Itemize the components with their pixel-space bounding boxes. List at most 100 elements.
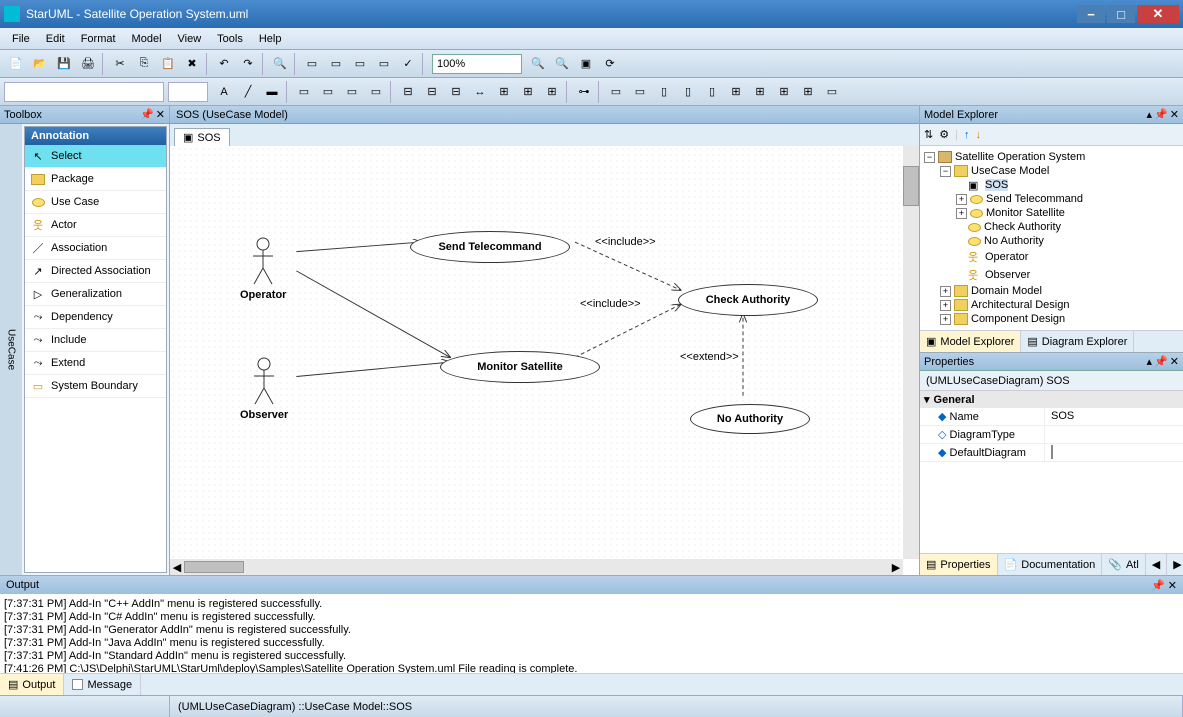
undo-button[interactable]: ↶ <box>213 53 235 75</box>
find-button[interactable]: 🔍 <box>269 53 291 75</box>
size-combo[interactable] <box>168 82 208 102</box>
dist-8[interactable]: ⊞ <box>773 81 795 103</box>
close-panel-icon[interactable]: ✕ <box>156 108 165 121</box>
arrange-7[interactable]: ⊞ <box>541 81 563 103</box>
expand-toggle[interactable]: + <box>940 300 951 311</box>
zoom-in-button[interactable]: 🔍 <box>551 53 573 75</box>
menu-view[interactable]: View <box>170 31 210 47</box>
tab-properties[interactable]: ▤Properties <box>920 554 998 575</box>
prop-row-name[interactable]: ◆ NameSOS <box>920 408 1183 426</box>
tab-output[interactable]: ▤Output <box>0 674 64 695</box>
tab-model-explorer[interactable]: ▣Model Explorer <box>920 331 1021 352</box>
zoom-reset-button[interactable]: ⟳ <box>599 53 621 75</box>
menu-help[interactable]: Help <box>251 31 290 47</box>
arrange-3[interactable]: ⊟ <box>445 81 467 103</box>
tool-e[interactable]: ✓ <box>397 53 419 75</box>
align-1[interactable]: ▭ <box>293 81 315 103</box>
tool-d[interactable]: ▭ <box>373 53 395 75</box>
dist-6[interactable]: ⊞ <box>725 81 747 103</box>
tool-b[interactable]: ▭ <box>325 53 347 75</box>
delete-button[interactable]: ✖ <box>181 53 203 75</box>
expand-toggle[interactable]: + <box>956 194 967 205</box>
hscrollbar[interactable]: ◀▶ <box>170 559 903 575</box>
props-pin-icon[interactable]: 📌 <box>1154 355 1168 368</box>
usecase-send[interactable]: Send Telecommand <box>410 231 570 263</box>
usecase-check[interactable]: Check Authority <box>678 284 818 316</box>
dist-9[interactable]: ⊞ <box>797 81 819 103</box>
expand-toggle[interactable]: − <box>924 152 935 163</box>
redo-button[interactable]: ↷ <box>237 53 259 75</box>
toolbox-side-tab[interactable]: UseCase <box>0 124 22 575</box>
save-button[interactable]: 💾 <box>53 53 75 75</box>
tab-diagram-explorer[interactable]: ▤Diagram Explorer <box>1021 331 1134 352</box>
expand-toggle[interactable]: + <box>956 208 967 219</box>
line-style-button[interactable]: ╱ <box>237 81 259 103</box>
dist-3[interactable]: ▯ <box>653 81 675 103</box>
close-button[interactable]: ✕ <box>1137 5 1179 23</box>
expand-toggle[interactable]: − <box>940 166 951 177</box>
cut-button[interactable]: ✂ <box>109 53 131 75</box>
sort-icon[interactable]: ⇅ <box>924 128 933 141</box>
link-button[interactable]: ⊶ <box>573 81 595 103</box>
vscrollbar[interactable] <box>903 146 919 559</box>
arrange-2[interactable]: ⊟ <box>421 81 443 103</box>
down-icon[interactable]: ↓ <box>975 129 981 141</box>
properties-grid[interactable]: ▾General ◆ NameSOS ◇ DiagramType ◆ Defau… <box>920 391 1183 553</box>
expand-toggle[interactable]: + <box>940 286 951 297</box>
props-collapse-icon[interactable]: ▴ <box>1147 355 1153 368</box>
dist-4[interactable]: ▯ <box>677 81 699 103</box>
toolbox-item-association[interactable]: ／Association <box>25 237 166 260</box>
open-button[interactable]: 📂 <box>29 53 51 75</box>
expand-toggle[interactable]: + <box>940 314 951 325</box>
menu-edit[interactable]: Edit <box>38 31 73 47</box>
arrange-5[interactable]: ⊞ <box>493 81 515 103</box>
dist-2[interactable]: ▭ <box>629 81 651 103</box>
print-button[interactable]: 🖨 <box>77 53 99 75</box>
toolbox-item-extend[interactable]: ⤳Extend <box>25 352 166 375</box>
menu-format[interactable]: Format <box>73 31 124 47</box>
output-body[interactable]: [7:37:31 PM] Add-In "C++ AddIn" menu is … <box>0 594 1183 673</box>
tool-c[interactable]: ▭ <box>349 53 371 75</box>
minimize-button[interactable]: − <box>1077 5 1105 23</box>
fill-button[interactable]: ▬ <box>261 81 283 103</box>
font-color-button[interactable]: A <box>213 81 235 103</box>
toolbox-item-include[interactable]: ⤳Include <box>25 329 166 352</box>
paste-button[interactable]: 📋 <box>157 53 179 75</box>
dist-5[interactable]: ▯ <box>701 81 723 103</box>
properties-category[interactable]: ▾General <box>920 391 1183 408</box>
output-close-icon[interactable]: ✕ <box>1168 580 1177 592</box>
font-combo[interactable] <box>4 82 164 102</box>
explorer-collapse-icon[interactable]: ▴ <box>1147 108 1153 121</box>
menu-tools[interactable]: Tools <box>209 31 251 47</box>
dist-10[interactable]: ▭ <box>821 81 843 103</box>
zoom-combo[interactable] <box>432 54 522 74</box>
tool-a[interactable]: ▭ <box>301 53 323 75</box>
toolbox-item-boundary[interactable]: ▭System Boundary <box>25 375 166 398</box>
diagram-canvas[interactable]: Check --> Check --> Check --> Operator O… <box>170 146 903 559</box>
maximize-button[interactable]: □ <box>1107 5 1135 23</box>
zoom-fit-button[interactable]: ▣ <box>575 53 597 75</box>
tab-documentation[interactable]: 📄Documentation <box>998 554 1103 575</box>
arrange-1[interactable]: ⊟ <box>397 81 419 103</box>
explorer-close-icon[interactable]: ✕ <box>1170 108 1179 121</box>
up-icon[interactable]: ↑ <box>964 129 970 141</box>
copy-button[interactable]: ⎘ <box>133 53 155 75</box>
default-diagram-checkbox[interactable] <box>1051 445 1053 459</box>
tab-attachments[interactable]: 📎Atl <box>1102 554 1146 575</box>
align-3[interactable]: ▭ <box>341 81 363 103</box>
toolbox-item-usecase[interactable]: Use Case <box>25 191 166 214</box>
usecase-monitor[interactable]: Monitor Satellite <box>440 351 600 383</box>
annotation-header[interactable]: Annotation <box>25 127 166 145</box>
explorer-pin-icon[interactable]: 📌 <box>1154 108 1168 121</box>
toolbox-item-package[interactable]: Package <box>25 168 166 191</box>
toolbox-item-directed[interactable]: ↗Directed Association <box>25 260 166 283</box>
dist-1[interactable]: ▭ <box>605 81 627 103</box>
arrange-4[interactable]: ↔ <box>469 81 491 103</box>
toolbox-item-actor[interactable]: 웃Actor <box>25 214 166 237</box>
diagram-tab-sos[interactable]: ▣ SOS <box>174 128 230 146</box>
toolbox-item-select[interactable]: ↖Select <box>25 145 166 168</box>
toolbox-item-generalization[interactable]: ▷Generalization <box>25 283 166 306</box>
menu-model[interactable]: Model <box>124 31 170 47</box>
pin-icon[interactable]: 📌 <box>140 108 154 121</box>
tab-message[interactable]: Message <box>64 674 141 695</box>
